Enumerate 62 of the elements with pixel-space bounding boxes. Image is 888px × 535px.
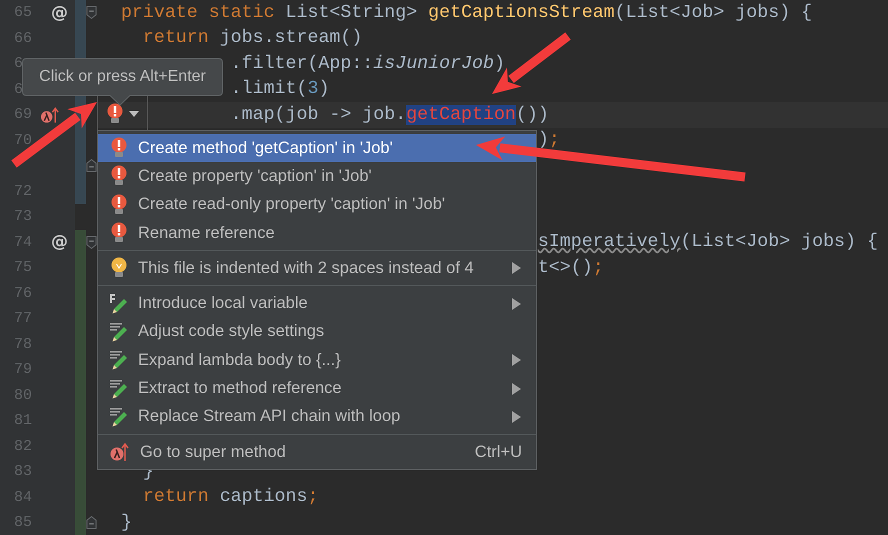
error-bulb-icon (110, 165, 128, 188)
change-marker[interactable] (75, 230, 86, 255)
code-token: List<String> (286, 2, 418, 23)
menu-item[interactable]: Rename reference (98, 218, 536, 248)
code-token: .limit( (230, 79, 308, 100)
lambda-up-icon (110, 442, 130, 462)
pencil-icon (110, 378, 128, 399)
code-token: sImperatively (538, 232, 680, 252)
fold-icon[interactable] (86, 5, 97, 20)
caret-icon (128, 111, 138, 117)
code-token: t<>() (538, 258, 593, 278)
change-marker[interactable] (75, 0, 86, 26)
tooltip-text: Click or press Alt+Enter (39, 68, 206, 86)
menu-item[interactable]: Create read-only property 'caption' in 'Job' (98, 190, 536, 219)
pencil-icon (110, 350, 128, 370)
code-token: ) (318, 79, 330, 100)
code-token: } (120, 512, 132, 533)
code-token: 3 (307, 79, 318, 100)
change-marker[interactable] (75, 510, 86, 535)
code-token: ()) (516, 104, 549, 125)
code-token: ; (307, 487, 318, 508)
code-token: (List<Job> jobs) { (680, 232, 878, 252)
menu-item[interactable]: Expand lambda body to {...} (98, 346, 536, 374)
menu-item[interactable]: Adjust code style settings (98, 318, 536, 346)
code-token: ) (538, 130, 549, 150)
lambda-up-icon[interactable] (40, 106, 61, 124)
code-token: ; (548, 130, 560, 150)
error-bulb-icon (110, 222, 128, 244)
fold-icon[interactable] (86, 234, 97, 250)
code-token: return (142, 487, 209, 508)
code-token: getCaptionsStream (428, 2, 615, 23)
menu-item[interactable]: Introduce local variable (98, 289, 536, 318)
code-token: isJuniorJob (373, 54, 494, 74)
menu-item[interactable]: This file is indented with 2 spaces instead of 4 (98, 254, 536, 282)
menu-item[interactable]: Extract to method reference (98, 374, 536, 403)
menu-item[interactable]: Create property 'caption' in 'Job' (98, 162, 536, 191)
error-bulb-icon (106, 103, 122, 125)
lightbulb-icon (110, 257, 128, 280)
code-token: (List<Job> jobs) { (614, 2, 812, 23)
error-bulb-icon (110, 137, 128, 160)
fold-icon[interactable] (86, 515, 97, 530)
override-marker[interactable]: @ (51, 2, 68, 23)
code-token: ) (494, 54, 505, 74)
code-token: captions (220, 487, 308, 508)
code-token: .filter(App:: (230, 54, 374, 74)
override-marker[interactable]: @ (51, 232, 68, 252)
menu-item[interactable]: Replace Stream API chain with loop (98, 402, 536, 431)
refactor-pencil-icon (110, 294, 128, 314)
code-token: return (142, 28, 209, 48)
error-bulb-icon (110, 194, 128, 216)
pencil-icon (110, 406, 128, 427)
menu-item[interactable]: Create method 'getCaption' in 'Job' (98, 134, 536, 162)
code-token: ; (592, 258, 604, 278)
shortcut-text: Ctrl+U (474, 442, 522, 462)
change-marker[interactable] (75, 178, 86, 204)
code-token: getCaption (406, 104, 516, 125)
code-token: jobs.stream() (220, 28, 362, 48)
pencil-icon (110, 322, 128, 342)
menu-item[interactable]: Go to super method Ctrl+U (98, 438, 536, 466)
fold-icon[interactable] (86, 158, 97, 174)
code-token: private static (120, 2, 275, 23)
code-token: .map(job -> job. (230, 104, 406, 125)
